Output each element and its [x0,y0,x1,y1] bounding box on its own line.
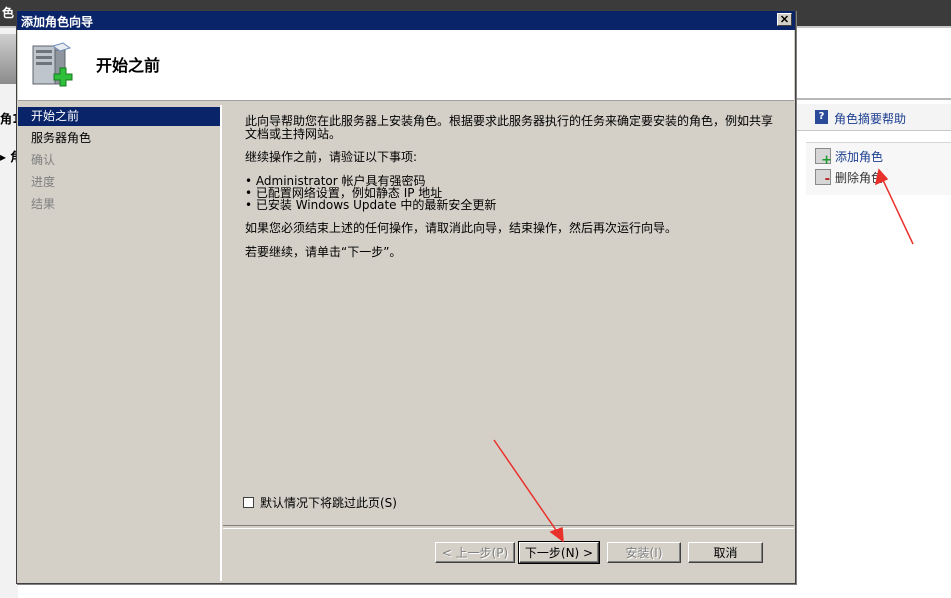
server-icon [0,34,17,84]
server-add-role-icon [32,42,73,87]
continue-note: 若要继续，请单击“下一步”。 [245,245,402,259]
list-item: • 已安装 Windows Update 中的最新安全更新 [245,198,497,212]
prerequisites-heading: 继续操作之前，请验证以下事项: [245,150,418,164]
skip-page-option[interactable]: 默认情况下将跳过此页(S) [243,494,397,511]
previous-button: < 上一步(P) [435,542,515,563]
add-roles-wizard-dialog: 添加角色向导 ✕ 开始之前 开始之前 服务器角色 确认 进度 结果 此向导帮助您… [16,10,796,584]
add-role-link[interactable]: 添加角色 [835,148,883,165]
next-button[interactable]: 下一步(N) > [518,541,600,564]
nav-step-progress: 进度 [31,175,56,189]
intro-text: 此向导帮助您在此服务器上安装角色。根据要求此服务器执行的任务来确定要安装的角色，… [245,114,774,141]
install-button: 安装(I) [607,542,681,563]
skip-page-checkbox[interactable] [243,497,254,508]
nav-step-before-you-begin[interactable]: 开始之前 [18,107,220,126]
page-title: 开始之前 [96,56,161,75]
nav-step-results: 结果 [31,197,56,211]
nav-step-server-roles[interactable]: 服务器角色 [18,129,220,148]
role-summary-help-link[interactable]: 角色摘要帮助 [834,110,906,127]
footer-divider [223,525,794,529]
remove-role-link[interactable]: 删除角色 [835,169,883,186]
close-button[interactable]: ✕ [777,13,792,26]
add-role-icon[interactable] [815,148,832,168]
remove-role-icon[interactable] [815,169,831,187]
wizard-titlebar[interactable]: 添加角色向导 ✕ [17,11,795,30]
prerequisites-list: • Administrator 帐户具有强密码 • 已配置网络设置，例如静态 I… [245,175,775,211]
skip-page-label: 默认情况下将跳过此页(S) [260,496,397,510]
cancel-button[interactable]: 取消 [688,542,763,563]
background-section-divider [796,98,951,100]
wizard-step-nav: 开始之前 服务器角色 确认 进度 结果 [18,105,222,581]
wizard-title: 添加角色向导 [21,15,94,29]
wizard-content: 此向导帮助您在此服务器上安装角色。根据要求此服务器执行的任务来确定要安装的角色，… [223,105,793,525]
background-title: 色 [2,6,15,20]
help-icon[interactable]: ? [815,110,828,124]
cancel-note: 如果您必须结束上述的任何操作，请取消此向导，结束操作，然后再次运行向导。 [245,221,678,235]
nav-step-confirmation: 确认 [31,153,56,167]
wizard-header: 开始之前 [18,30,794,101]
